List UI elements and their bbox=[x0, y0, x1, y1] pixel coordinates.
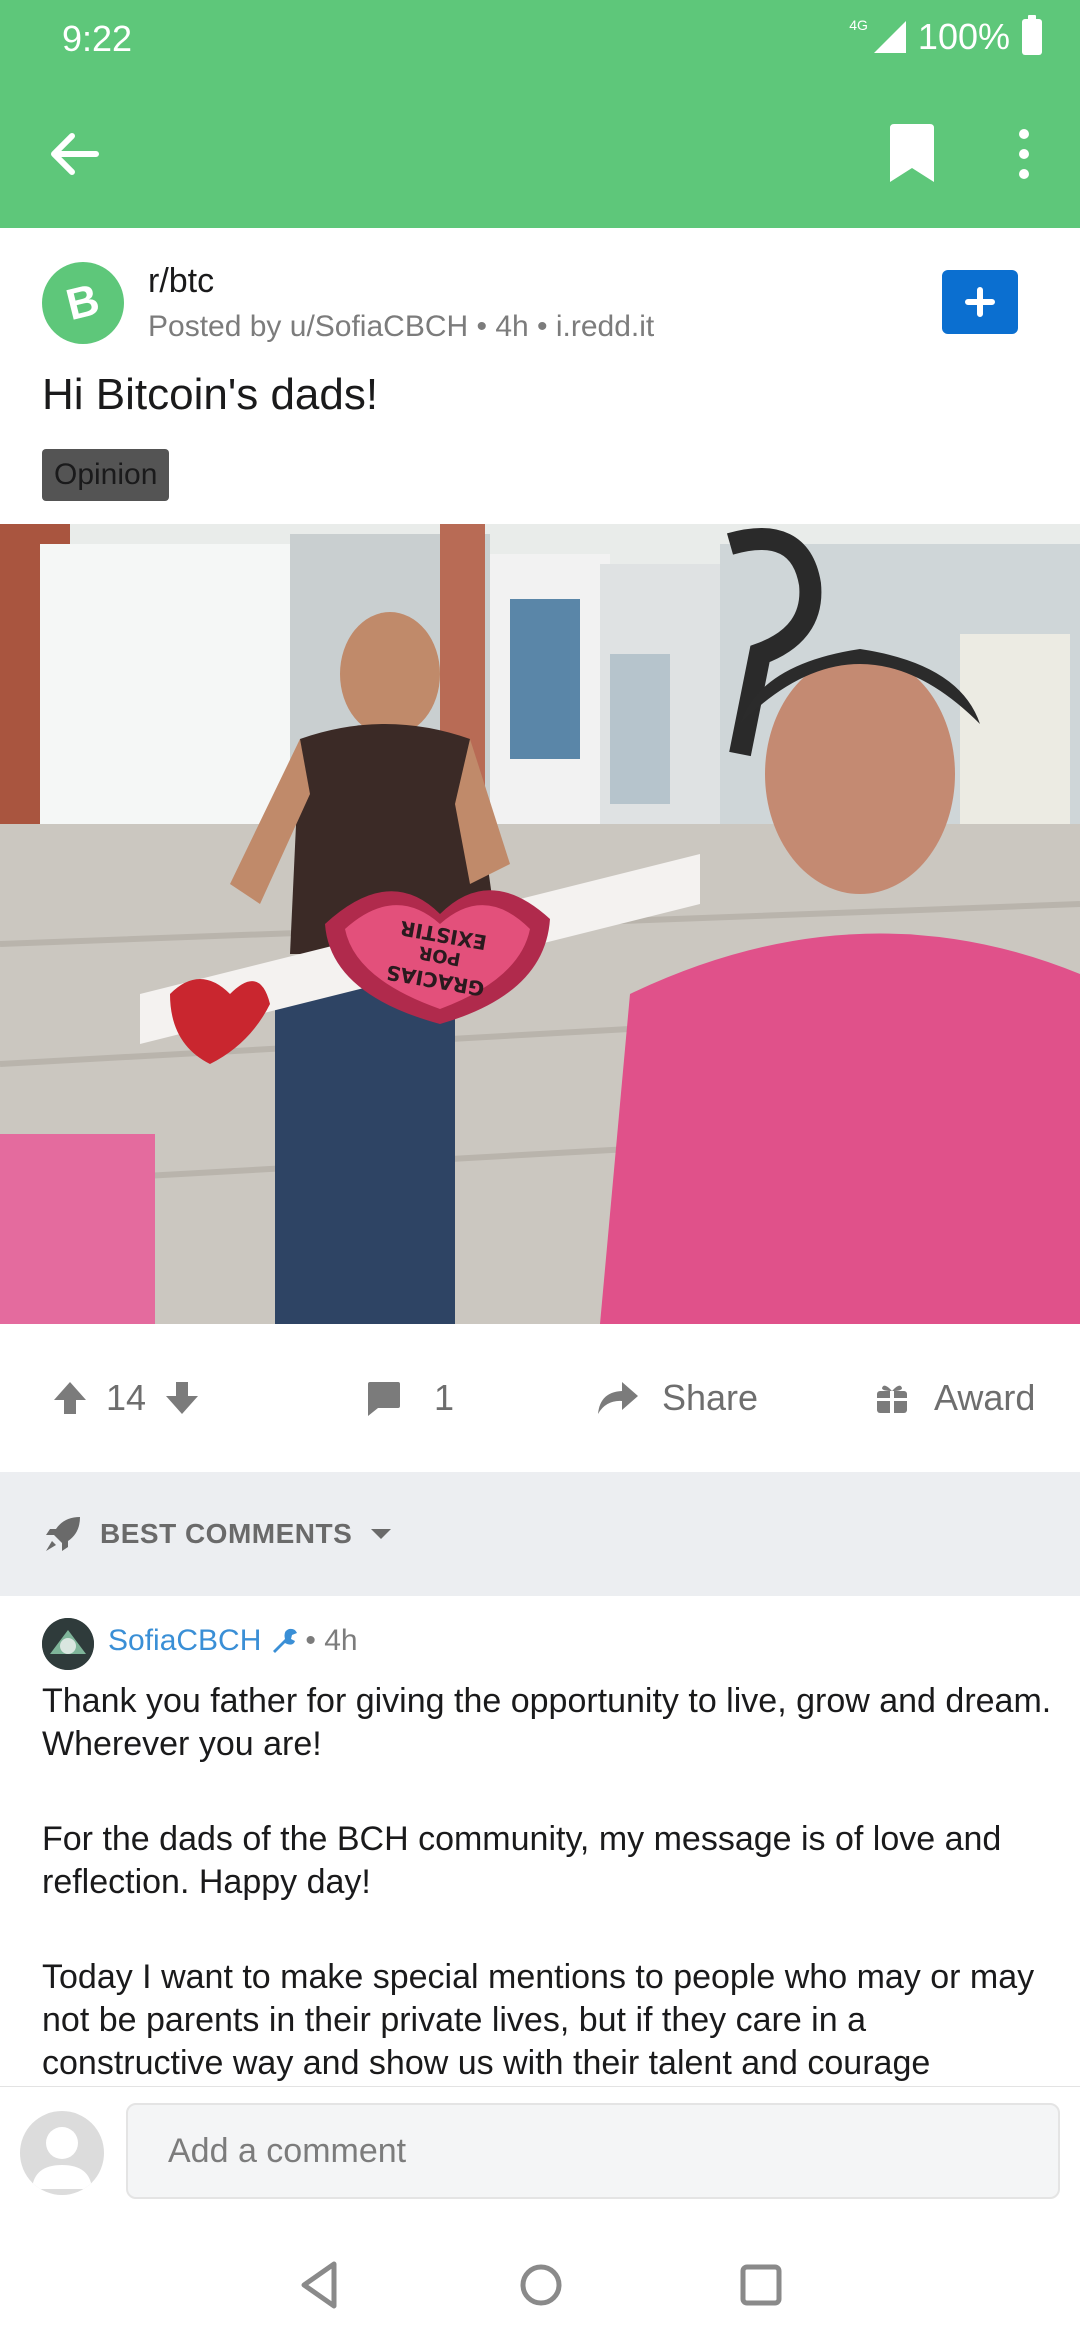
subreddit-avatar[interactable]: B bbox=[42, 262, 124, 344]
comment-paragraph: For the dads of the BCH community, my me… bbox=[42, 1820, 1002, 1901]
network-type: 4G bbox=[849, 17, 868, 33]
post-action-bar: 14 1 Share Award bbox=[0, 1324, 1080, 1472]
status-icons: 4G 100% bbox=[849, 15, 1042, 58]
bookmark-icon[interactable] bbox=[884, 120, 940, 188]
photo-mall-selfie: GRACIAS POR EXISTIR bbox=[0, 524, 1080, 1324]
battery-icon bbox=[1022, 15, 1042, 55]
user-avatar bbox=[20, 2111, 104, 2195]
comment-sort-bar[interactable]: BEST COMMENTS bbox=[0, 1472, 1080, 1596]
score-count: 14 bbox=[106, 1377, 147, 1418]
share-button[interactable]: Share bbox=[594, 1324, 758, 1472]
add-comment-bar bbox=[0, 2086, 1080, 2230]
status-time: 9:22 bbox=[62, 18, 133, 59]
nav-home-icon[interactable] bbox=[510, 2254, 572, 2316]
system-nav-bar bbox=[0, 2230, 1080, 2340]
downvote-icon[interactable] bbox=[162, 1378, 202, 1418]
user-silhouette-icon bbox=[32, 2127, 92, 2189]
subreddit-name[interactable]: r/btc bbox=[148, 262, 214, 301]
sort-label: BEST COMMENTS bbox=[100, 1518, 353, 1549]
join-button[interactable] bbox=[942, 270, 1018, 334]
battery-percent: 100% bbox=[917, 16, 1010, 57]
nav-back-icon[interactable] bbox=[290, 2254, 352, 2316]
post-header: B r/btc Posted by u/SofiaCBCH • 4h • i.r… bbox=[0, 228, 1080, 524]
add-comment-input[interactable] bbox=[126, 2103, 1060, 2199]
signal-icon bbox=[873, 21, 906, 53]
comment-item[interactable]: SofiaCBCH • 4h Thank you father for givi… bbox=[0, 1596, 1080, 2086]
comment-body: Thank you father for giving the opportun… bbox=[42, 1680, 1052, 2086]
status-bar: 9:22 4G 100% bbox=[0, 0, 1080, 80]
comment-author-avatar[interactable] bbox=[42, 1618, 94, 1670]
comment-time: • 4h bbox=[305, 1624, 358, 1657]
comment-author[interactable]: SofiaCBCH bbox=[108, 1624, 261, 1658]
post-image[interactable]: GRACIAS POR EXISTIR bbox=[0, 524, 1080, 1324]
avatar-image bbox=[42, 1618, 94, 1670]
sort-selector[interactable]: BEST COMMENTS bbox=[44, 1472, 392, 1596]
plus-icon bbox=[965, 287, 995, 317]
back-arrow-icon[interactable] bbox=[40, 120, 108, 188]
rocket-icon bbox=[46, 1517, 80, 1551]
share-label: Share bbox=[662, 1377, 759, 1418]
wrench-icon bbox=[273, 1628, 298, 1653]
nav-recents-icon[interactable] bbox=[730, 2254, 792, 2316]
vote-group: 14 bbox=[50, 1324, 202, 1472]
award-label: Award bbox=[934, 1377, 1036, 1418]
top-toolbar bbox=[0, 80, 1080, 228]
gift-icon bbox=[877, 1384, 907, 1413]
award-button[interactable]: Award bbox=[874, 1324, 1035, 1472]
post-flair[interactable]: Opinion bbox=[42, 449, 170, 501]
more-vertical-icon[interactable] bbox=[1004, 120, 1044, 188]
comments-button[interactable]: 1 bbox=[364, 1324, 454, 1472]
comment-paragraph: Today I want to make special mentions to… bbox=[42, 1958, 1035, 2082]
caret-down-icon bbox=[371, 1529, 392, 1539]
comment-meta: SofiaCBCH • 4h bbox=[108, 1624, 358, 1658]
comment-paragraph: Thank you father for giving the opportun… bbox=[42, 1682, 1052, 1763]
post-meta: Posted by u/SofiaCBCH • 4h • i.redd.it bbox=[148, 310, 655, 343]
post-title[interactable]: Hi Bitcoin's dads! bbox=[42, 370, 378, 420]
upvote-icon[interactable] bbox=[50, 1378, 90, 1418]
comments-count: 1 bbox=[434, 1377, 455, 1418]
bitcoin-cash-icon: B bbox=[61, 274, 105, 331]
share-icon bbox=[598, 1382, 638, 1414]
comment-icon bbox=[368, 1382, 400, 1416]
